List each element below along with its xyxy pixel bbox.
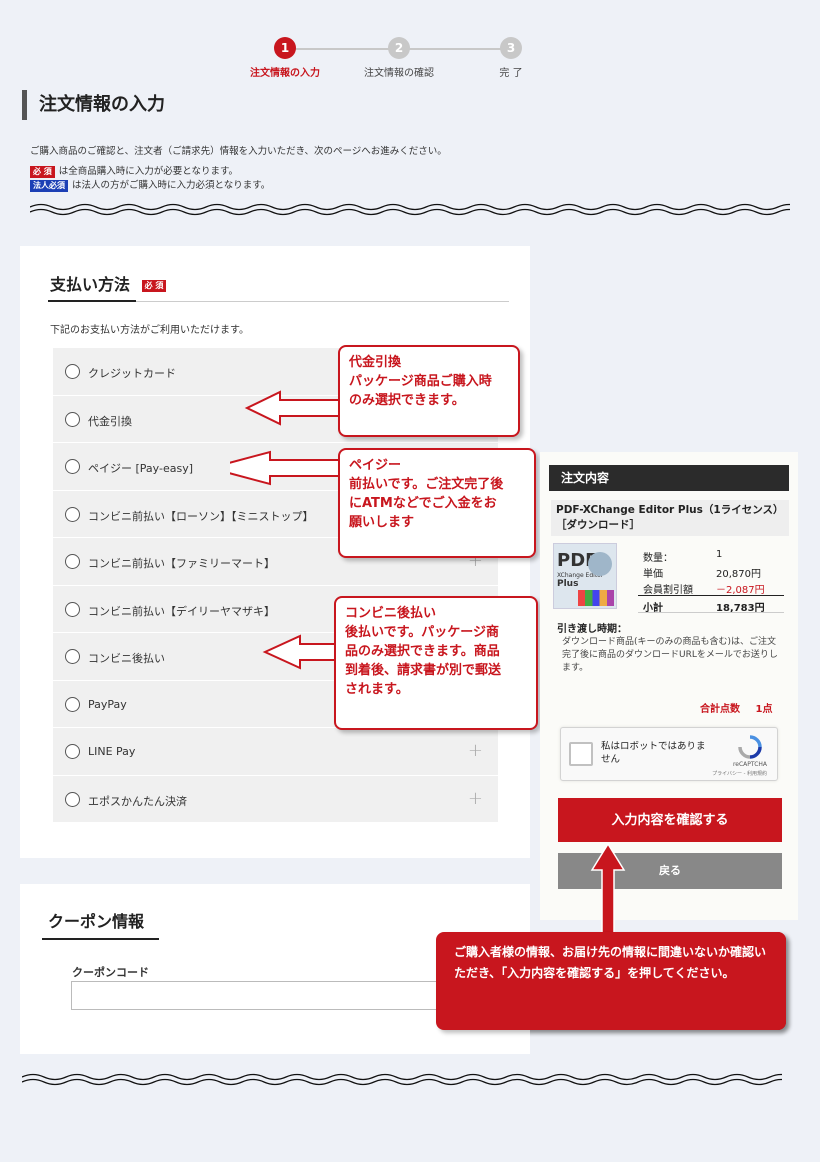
radio-button[interactable] xyxy=(65,411,80,427)
callout-line: 願いします xyxy=(349,515,415,530)
step-1-circle: 1 xyxy=(274,37,296,59)
callout-line: パッケージ商品ご購入時 xyxy=(349,374,492,389)
order-subtotal-rule xyxy=(638,595,784,596)
total-count: 合計点数 1点 xyxy=(700,700,772,715)
payment-option-label: 代金引換 xyxy=(88,414,132,428)
arrow-left-icon xyxy=(262,634,341,670)
step-2-circle: 2 xyxy=(388,37,410,59)
recaptcha-label: 私はロボットではありません xyxy=(601,741,706,765)
order-summary-header: 注文内容 xyxy=(549,465,789,491)
callout-cod: 代金引換 パッケージ商品ご購入時 のみ選択できます。 xyxy=(338,345,520,437)
confirm-instruction-callout-overlay: ご購入者様の情報、お届け先の情報に間違いないか確認いただき、「入力内容を確認する… xyxy=(436,932,786,1030)
radio-button[interactable] xyxy=(65,649,80,664)
expand-plus-icon[interactable]: + xyxy=(468,788,483,809)
radio-button[interactable] xyxy=(65,554,80,569)
wavy-divider-bottom xyxy=(22,1073,782,1086)
payment-option-label: PayPay xyxy=(88,697,127,711)
order-value-qty: 1 xyxy=(716,549,723,560)
step-connector xyxy=(290,48,400,50)
callout-line: 到着後、請求書が別で郵送 xyxy=(345,663,502,678)
callout-payeasy: ペイジー 前払いです。ご注文完了後 にATMなどでご入金をお 願いします xyxy=(338,448,536,558)
order-value-unit: 20,870円 xyxy=(716,569,761,580)
coupon-title-underline xyxy=(42,938,159,940)
order-value-discount: －2,087円 xyxy=(716,585,765,596)
product-image-tiles xyxy=(578,590,614,606)
callout-line: にATMなどでご入金をお xyxy=(349,496,497,511)
page-title: 注文情報の入力 xyxy=(22,90,165,120)
delivery-title: 引き渡し時期： xyxy=(557,624,627,635)
total-count-label: 合計点数 xyxy=(700,704,740,715)
arrow-left-icon xyxy=(230,450,341,486)
recaptcha-widget: 私はロボットではありません reCAPTCHA プライバシー - 利用規約 xyxy=(560,727,778,781)
order-rule xyxy=(638,612,784,613)
arrow-left-icon xyxy=(244,390,341,426)
order-label-discount: 会員割引額 xyxy=(643,585,693,596)
product-image-plus: Plus xyxy=(557,579,579,589)
payment-option-epos[interactable]: エポスかんたん決済 + xyxy=(53,775,498,823)
coupon-code-input[interactable] xyxy=(71,981,451,1010)
payment-option-label: ペイジー [Pay-easy] xyxy=(88,462,193,475)
corp-note-text: は法人の方がご購入時に入力必須となります。 xyxy=(72,180,271,191)
radio-button[interactable] xyxy=(65,791,80,807)
callout-line: のみ選択できます。 xyxy=(349,393,465,408)
payment-title: 支払い方法 必 須 xyxy=(50,271,170,295)
corp-note: 法人必須 は法人の方がご購入時に入力必須となります。 xyxy=(30,177,270,192)
callout-line: 品のみ選択できます。商品 xyxy=(345,644,500,659)
radio-button[interactable] xyxy=(65,744,80,759)
step-3-label: 完 了 xyxy=(499,68,523,79)
payment-title-underline xyxy=(48,300,136,302)
step-3-circle: 3 xyxy=(500,37,522,59)
step-connector xyxy=(400,48,510,50)
step-1-label: 注文情報の入力 xyxy=(250,68,320,79)
required-badge: 必 須 xyxy=(30,165,55,178)
callout-title: コンビニ後払い xyxy=(345,606,437,621)
payment-option-label: コンビニ後払い xyxy=(88,652,165,665)
payment-option-label: クレジットカード xyxy=(88,367,176,380)
radio-button[interactable] xyxy=(65,696,80,712)
callout-konbini-postpay: コンビニ後払い 後払いです。パッケージ商 品のみ選択できます。商品 到着後、請求… xyxy=(334,596,538,730)
callout-arrows xyxy=(230,390,341,670)
intro-text: ご購入商品のご確認と、注文者（ご請求先）情報を入力いただき、次のページへお進みく… xyxy=(30,146,447,157)
payment-option-label: エポスかんたん決済 xyxy=(88,794,187,808)
required-note-text: は全商品購入時に入力が必要となります。 xyxy=(58,166,239,177)
product-image: PDF XChange Editor Plus xyxy=(553,543,617,609)
radio-button[interactable] xyxy=(65,506,80,522)
radio-button[interactable] xyxy=(65,601,80,617)
payment-description: 下記のお支払い方法がご利用いただけます。 xyxy=(50,325,249,336)
recaptcha-links[interactable]: プライバシー - 利用規約 xyxy=(712,770,767,777)
payment-title-text: 支払い方法 xyxy=(50,275,131,294)
recaptcha-logo-icon xyxy=(738,735,762,759)
callout-title: 代金引換 xyxy=(349,355,402,370)
radio-button[interactable] xyxy=(65,459,80,474)
delivery-text: ダウンロード商品(キーのみの商品も含む)は、ご注文完了後に商品のダウンロードUR… xyxy=(562,637,778,673)
arrow-up-icon xyxy=(590,842,626,935)
confirm-button[interactable]: 入力内容を確認する xyxy=(558,798,782,842)
product-name: PDF-XChange Editor Plus（1ライセンス）［ダウンロード］ xyxy=(551,500,789,536)
order-label-qty: 数量： xyxy=(643,553,673,564)
callout-line: されます。 xyxy=(345,682,409,697)
callout-line: 後払いです。パッケージ商 xyxy=(345,625,500,640)
payment-option-label: LINE Pay xyxy=(88,745,136,758)
step-2-label: 注文情報の確認 xyxy=(364,68,434,79)
coupon-title: クーポン情報 xyxy=(48,912,145,931)
product-image-globe-icon xyxy=(588,552,612,576)
recaptcha-brand: reCAPTCHA xyxy=(732,761,767,768)
coupon-code-label: クーポンコード xyxy=(72,966,149,979)
callout-line: 前払いです。ご注文完了後 xyxy=(349,477,504,492)
expand-plus-icon[interactable]: + xyxy=(468,740,483,761)
callout-title: ペイジー xyxy=(349,458,402,473)
wavy-divider xyxy=(30,203,790,216)
corp-badge: 法人必須 xyxy=(30,179,68,192)
payment-required-badge: 必 須 xyxy=(141,279,167,292)
order-label-unit: 単価 xyxy=(643,569,663,580)
radio-button[interactable] xyxy=(65,364,80,379)
required-note: 必 須は全商品購入時に入力が必要となります。 xyxy=(30,163,238,178)
recaptcha-checkbox[interactable] xyxy=(569,742,593,766)
total-count-value: 1点 xyxy=(755,704,773,715)
payment-option-linepay[interactable]: LINE Pay + xyxy=(53,728,498,776)
